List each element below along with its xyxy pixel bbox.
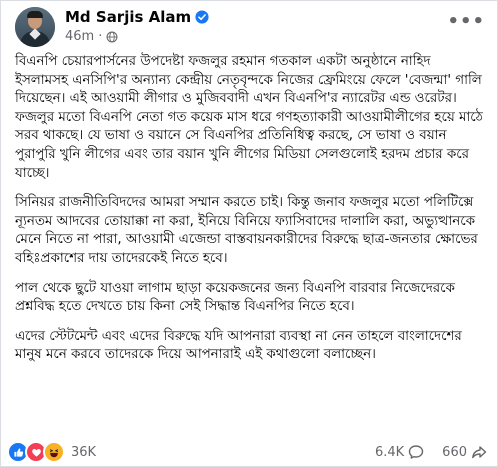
more-icon[interactable]: ••• — [447, 11, 485, 32]
post-time[interactable]: 46m — [65, 29, 94, 44]
avatar[interactable] — [15, 7, 55, 47]
post-paragraph-1: বিএনপি চেয়ারপার্সনের উপদেষ্টা ফজলুর রহম… — [15, 54, 483, 181]
post-header: Md Sarjis Alam 46m · ••• — [15, 7, 485, 47]
comments-stat[interactable]: 6.4K — [375, 444, 424, 460]
post-paragraph-4: এদের স্টেটমেন্ট এবং এদের বিরুদ্ধে যদি আপ… — [15, 328, 462, 363]
globe-icon[interactable] — [106, 31, 118, 43]
reactions-count[interactable]: 36K — [71, 445, 96, 460]
post-meta: 46m · — [65, 29, 118, 44]
post-paragraph-3: পাল থেকে ছুটে যাওয়া লাগাম ছাড়া কয়েকজন… — [15, 280, 455, 315]
verified-badge-icon — [195, 10, 209, 24]
shares-count: 660 — [442, 444, 467, 460]
post-paragraph-2: সিনিয়র রাজনীতিবিদদের আমরা সম্মান করতে চ… — [15, 195, 478, 266]
author-name[interactable]: Md Sarjis Alam — [65, 8, 191, 26]
post-text: বিএনপি চেয়ারপার্সনের উপদেষ্টা ফজলুর রহম… — [15, 53, 485, 376]
post-footer: 36K 6.4K 660 — [7, 438, 487, 466]
meta-separator: · — [98, 29, 103, 44]
facebook-post: Md Sarjis Alam 46m · ••• বিএনপি চেয়ারপা… — [0, 0, 498, 467]
haha-reaction-icon — [43, 441, 65, 463]
comment-icon — [408, 445, 424, 459]
reactions-summary[interactable] — [7, 441, 65, 463]
shares-stat[interactable]: 660 — [442, 444, 487, 460]
author-row: Md Sarjis Alam — [65, 8, 209, 26]
comments-count: 6.4K — [374, 444, 405, 460]
share-icon — [472, 446, 487, 459]
